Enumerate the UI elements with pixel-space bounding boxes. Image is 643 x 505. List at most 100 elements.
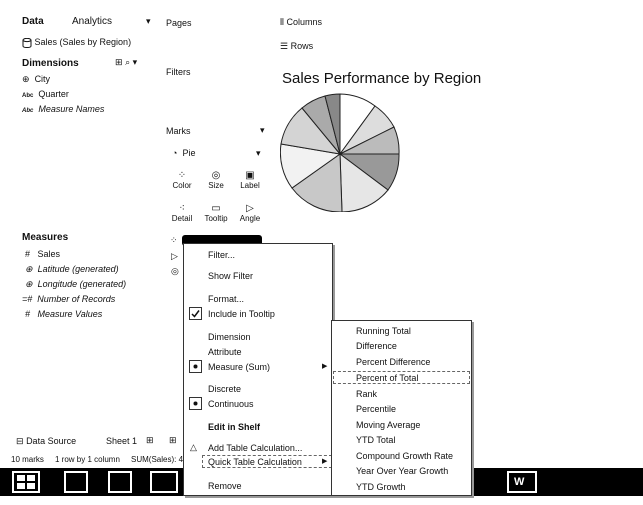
rows-shelf[interactable]: ☰ Rows bbox=[280, 41, 313, 52]
new-sheet-icon[interactable]: ⊞ bbox=[146, 435, 154, 446]
pages-shelf[interactable]: Pages bbox=[166, 18, 192, 28]
taskbar-app-icon[interactable] bbox=[64, 471, 88, 493]
pie-icon: ◔ bbox=[172, 148, 178, 158]
size-icon: ◎ bbox=[211, 170, 221, 181]
submenu-item-year-over-year-growth[interactable]: Year Over Year Growth bbox=[356, 466, 448, 476]
taskbar-app-icon[interactable]: W bbox=[507, 471, 537, 493]
tab-analytics[interactable]: Analytics bbox=[72, 16, 112, 27]
menu-item-continuous[interactable]: Continuous bbox=[208, 399, 254, 409]
marks-collapse-icon[interactable]: ▾ bbox=[260, 125, 265, 136]
measure-item-measure-values[interactable]: # Measure Values bbox=[25, 309, 102, 319]
submenu-item-compound-growth-rate[interactable]: Compound Growth Rate bbox=[356, 451, 453, 461]
columns-icon: ⦀ bbox=[280, 17, 284, 27]
database-icon: ⊟ bbox=[16, 436, 24, 446]
filters-shelf[interactable]: Filters bbox=[166, 67, 191, 77]
dimensions-tools[interactable]: ⊞ ⌕ ▾ bbox=[115, 57, 137, 68]
measure-item-sales[interactable]: # Sales bbox=[25, 249, 60, 259]
tooltip-button[interactable]: ▭ Tooltip bbox=[203, 203, 229, 223]
measure-label: Latitude (generated) bbox=[37, 264, 119, 274]
grid-icon[interactable]: ⊞ bbox=[115, 57, 123, 67]
mark-type-chevron-icon[interactable]: ▾ bbox=[256, 148, 261, 159]
globe-icon: ⊕ bbox=[25, 279, 33, 289]
mark-type-dropdown[interactable]: ◔ Pie bbox=[172, 148, 195, 158]
label-button[interactable]: ▣ Label bbox=[238, 170, 262, 190]
menu-item-filter[interactable]: Filter... bbox=[208, 250, 235, 260]
tab-data[interactable]: Data bbox=[22, 16, 44, 27]
quick-table-calc-submenu: Running Total Difference Percent Differe… bbox=[331, 320, 472, 496]
datasource-item[interactable]: Sales (Sales by Region) bbox=[22, 37, 131, 48]
measures-title: Measures bbox=[22, 232, 69, 243]
calc-number-icon: =# bbox=[22, 294, 33, 304]
label-icon: ▣ bbox=[245, 170, 255, 181]
data-source-tab[interactable]: ⊟ Data Source bbox=[16, 436, 76, 447]
size-button[interactable]: ◎ Size bbox=[206, 170, 226, 190]
measure-item-latitude[interactable]: ⊕ Latitude (generated) bbox=[25, 264, 119, 275]
taskbar-app-icon[interactable] bbox=[108, 471, 132, 493]
submenu-item-percent-difference[interactable]: Percent Difference bbox=[356, 357, 430, 367]
measure-label: Sales bbox=[37, 249, 61, 259]
delta-icon: △ bbox=[190, 442, 197, 452]
tooltip-icon: ◎ bbox=[171, 266, 179, 276]
search-icon[interactable]: ⌕ bbox=[125, 57, 130, 67]
dimension-item-city[interactable]: ⊕ City bbox=[22, 74, 50, 85]
color-icon: ⁘ bbox=[177, 170, 187, 181]
context-menu: Filter... Show Filter Format... Include … bbox=[183, 243, 333, 496]
menu-item-discrete[interactable]: Discrete bbox=[208, 384, 241, 394]
pie-chart bbox=[280, 93, 400, 212]
submenu-item-moving-average[interactable]: Moving Average bbox=[356, 420, 420, 430]
menu-item-dimension[interactable]: Dimension bbox=[208, 332, 251, 342]
measure-label: Longitude (generated) bbox=[37, 279, 127, 289]
menu-item-add-table-calculation[interactable]: Add Table Calculation... bbox=[208, 443, 302, 453]
taskbar-app-icon[interactable] bbox=[150, 471, 178, 493]
dimension-item-measure-names[interactable]: Abc Measure Names bbox=[22, 104, 104, 114]
measure-item-longitude[interactable]: ⊕ Longitude (generated) bbox=[25, 279, 126, 290]
abc-icon: Abc bbox=[22, 93, 34, 99]
pane-menu-icon[interactable]: ▾ bbox=[146, 16, 151, 27]
color-button[interactable]: ⁘ Color bbox=[172, 170, 192, 190]
menu-item-attribute[interactable]: Attribute bbox=[208, 347, 242, 357]
status-sum: SUM(Sales): 4 bbox=[131, 455, 184, 464]
angle-icon: ▷ bbox=[171, 251, 178, 261]
menu-item-remove[interactable]: Remove bbox=[208, 481, 242, 491]
submenu-arrow-icon: ▶ bbox=[322, 458, 328, 465]
detail-button[interactable]: ⁖ Detail bbox=[170, 203, 194, 223]
chart-title: Sales Performance by Region bbox=[282, 70, 482, 87]
submenu-item-percentile[interactable]: Percentile bbox=[356, 404, 396, 414]
chevron-down-icon[interactable]: ▾ bbox=[133, 57, 138, 67]
new-dashboard-icon[interactable]: ⊞ bbox=[169, 435, 177, 446]
dimension-label: Measure Names bbox=[38, 104, 105, 114]
dimension-item-quarter[interactable]: Abc Quarter bbox=[22, 89, 69, 99]
dimension-label: City bbox=[34, 74, 51, 84]
measure-label: Measure Values bbox=[37, 309, 103, 319]
status-marks: 10 marks bbox=[11, 455, 44, 464]
submenu-item-ytd-growth[interactable]: YTD Growth bbox=[356, 482, 406, 492]
angle-button[interactable]: ▷ Angle bbox=[238, 203, 262, 223]
rows-icon: ☰ bbox=[280, 41, 289, 51]
tooltip-icon: ▭ bbox=[211, 203, 221, 214]
measure-item-number-of-records[interactable]: =# Number of Records bbox=[22, 294, 115, 304]
datasource-label: Sales (Sales by Region) bbox=[34, 37, 132, 47]
radio-selected-icon bbox=[189, 360, 202, 373]
submenu-item-ytd-total[interactable]: YTD Total bbox=[356, 435, 395, 445]
color-icon: ⁘ bbox=[170, 235, 178, 245]
submenu-item-rank[interactable]: Rank bbox=[356, 389, 377, 399]
globe-icon: ⊕ bbox=[25, 264, 33, 274]
number-icon: # bbox=[25, 249, 31, 259]
sheet-tab[interactable]: Sheet 1 bbox=[106, 436, 137, 446]
submenu-item-percent-of-total[interactable]: Percent of Total bbox=[333, 371, 470, 384]
detail-icon: ⁖ bbox=[179, 203, 185, 214]
menu-item-format[interactable]: Format... bbox=[208, 294, 244, 304]
columns-shelf[interactable]: ⦀ Columns bbox=[280, 17, 322, 28]
menu-item-quick-table-calculation[interactable]: Quick Table Calculation ▶ bbox=[202, 455, 332, 468]
menu-item-include-in-tooltip[interactable]: Include in Tooltip bbox=[208, 309, 275, 319]
angle-icon: ▷ bbox=[246, 203, 254, 214]
menu-item-edit-in-shelf[interactable]: Edit in Shelf bbox=[208, 422, 260, 432]
start-button[interactable] bbox=[12, 471, 40, 493]
number-icon: # bbox=[25, 309, 31, 319]
database-icon bbox=[22, 37, 32, 48]
globe-icon: ⊕ bbox=[22, 74, 30, 84]
menu-item-show-filter[interactable]: Show Filter bbox=[208, 271, 253, 281]
menu-item-measure-sum[interactable]: Measure (Sum) bbox=[208, 362, 270, 372]
submenu-item-difference[interactable]: Difference bbox=[356, 341, 397, 351]
submenu-item-running-total[interactable]: Running Total bbox=[356, 326, 411, 336]
